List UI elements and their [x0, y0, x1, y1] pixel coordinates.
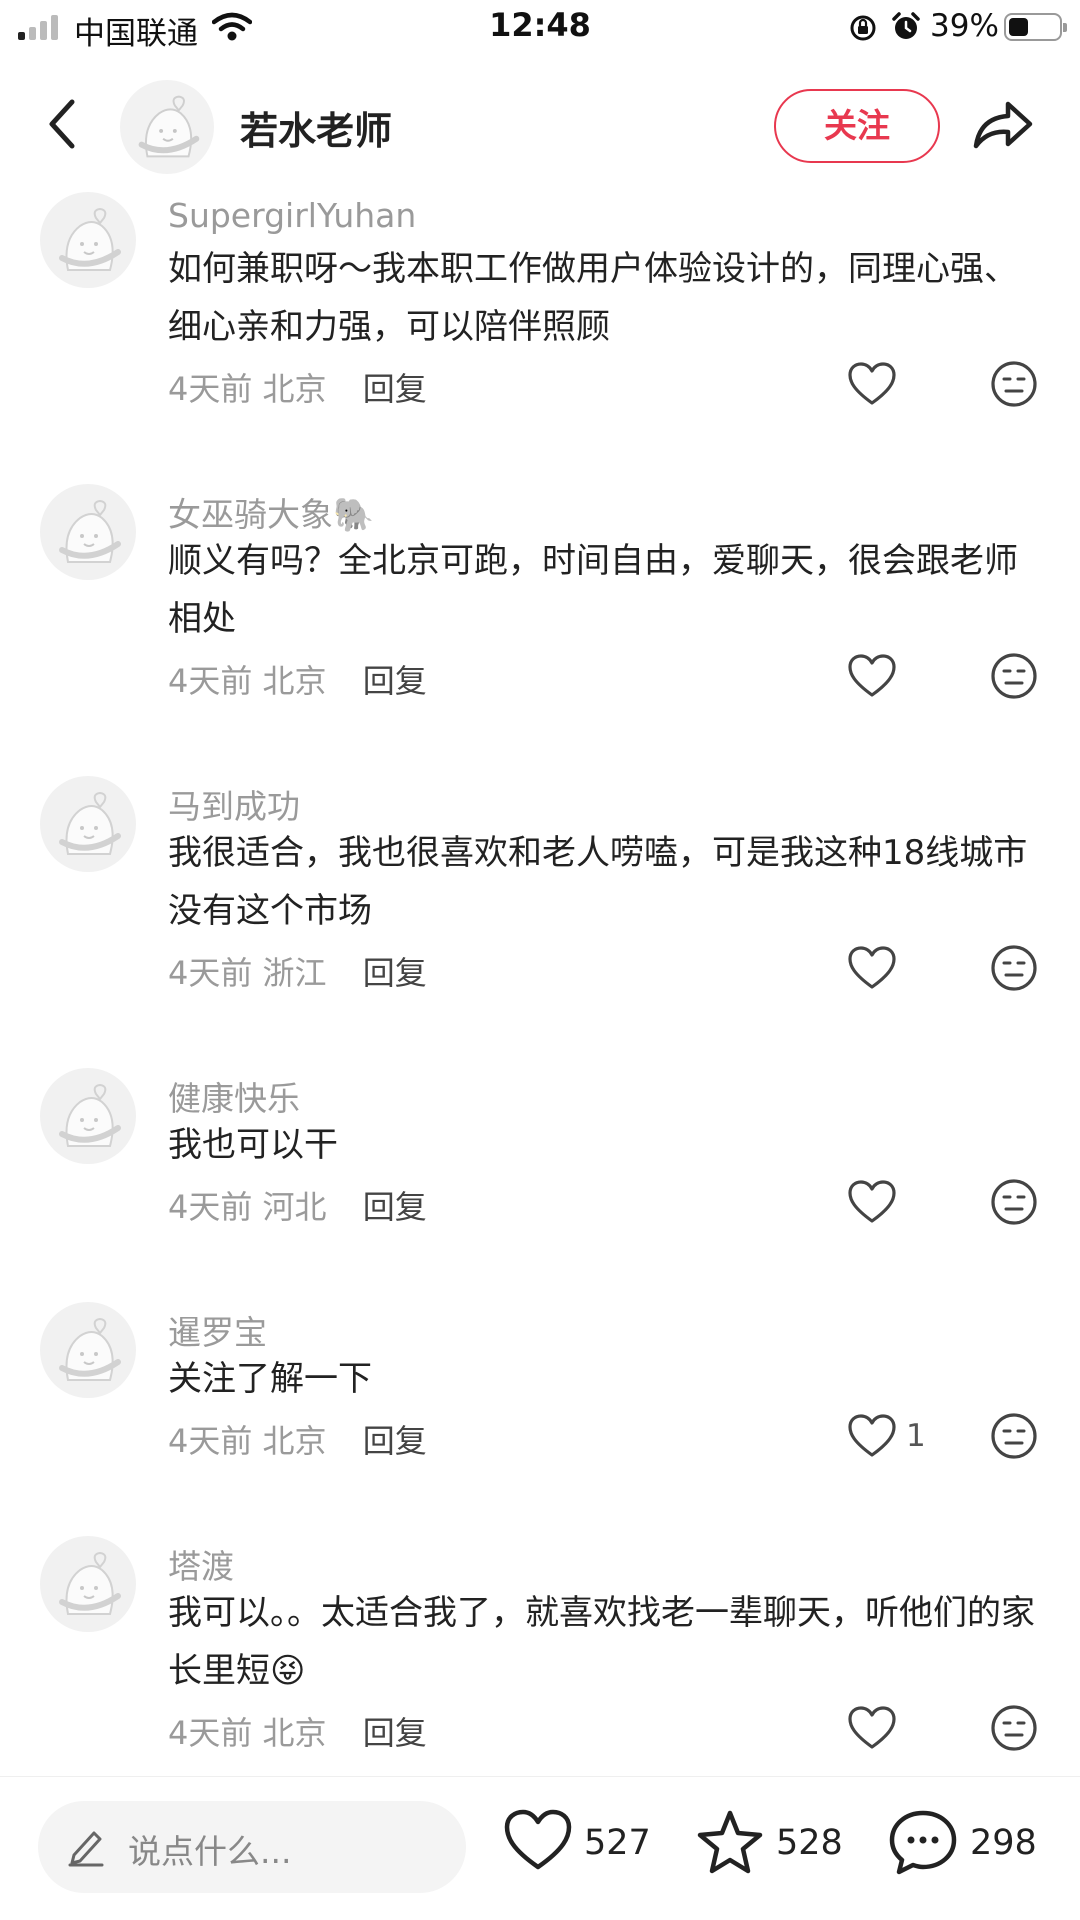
note-header: 若水老师 关注: [0, 72, 1080, 182]
comment-text[interactable]: 我也可以干: [168, 1116, 1048, 1174]
avatar-illustration-icon: [59, 499, 121, 563]
reply-button[interactable]: 回复: [363, 1422, 427, 1460]
comment-count: 298: [970, 1823, 1037, 1863]
bottom-action-bar: 说点什么... 527 528 298: [0, 1776, 1080, 1920]
commenter-name[interactable]: 暹罗宝: [168, 1306, 267, 1354]
battery-fill: [1009, 18, 1028, 36]
avatar-illustration-icon: [59, 1551, 121, 1615]
avatar-illustration-icon: [59, 791, 121, 855]
dislike-face-icon[interactable]: [990, 360, 1038, 408]
commenter-avatar[interactable]: [40, 1068, 136, 1164]
comment-time: 4天前: [168, 1422, 253, 1460]
commenter-name[interactable]: 塔渡: [168, 1540, 234, 1588]
comment-location: 北京: [262, 1422, 327, 1460]
dislike-face-icon[interactable]: [990, 1704, 1038, 1752]
heart-icon[interactable]: [848, 362, 896, 406]
comment-meta: 4天前 北京 回复: [168, 1708, 427, 1754]
comment-input[interactable]: 说点什么...: [38, 1801, 466, 1893]
comment-item[interactable]: 塔渡 我可以。。太适合我了，就喜欢找老一辈聊天，听他们的家长里短😝 4天前 北京…: [0, 1536, 1080, 1758]
commenter-name[interactable]: 女巫骑大象🐘: [168, 488, 374, 536]
commenter-avatar[interactable]: [40, 192, 136, 288]
heart-icon: [504, 1809, 572, 1870]
avatar-illustration-icon: [59, 1317, 121, 1381]
star-icon: [697, 1810, 763, 1874]
battery-icon: [1004, 13, 1067, 41]
commenter-avatar[interactable]: [40, 776, 136, 872]
reply-button[interactable]: 回复: [363, 954, 427, 992]
chat-bubble-icon: [889, 1810, 957, 1875]
reply-button[interactable]: 回复: [363, 1188, 427, 1226]
comment-text[interactable]: 我很适合，我也很喜欢和老人唠嗑，可是我这种18线城市没有这个市场: [168, 824, 1048, 940]
comment-text[interactable]: 顺义有吗？全北京可跑，时间自由，爱聊天，很会跟老师相处: [168, 532, 1048, 648]
comment-meta: 4天前 北京 回复: [168, 1416, 427, 1462]
comment-meta: 4天前 北京 回复: [168, 364, 427, 410]
comment-item[interactable]: 健康快乐 我也可以干 4天前 河北 回复: [0, 1068, 1080, 1232]
commenter-name[interactable]: SupergirlYuhan: [168, 196, 416, 235]
comment-location: 浙江: [262, 954, 327, 992]
follow-button[interactable]: 关注: [774, 89, 940, 163]
share-icon[interactable]: [970, 94, 1034, 154]
comment-input-placeholder: 说点什么...: [128, 1832, 292, 1871]
avatar-illustration-icon: [59, 1083, 121, 1147]
commenter-name[interactable]: 马到成功: [168, 780, 300, 828]
comment-meta: 4天前 河北 回复: [168, 1182, 427, 1228]
commenter-name[interactable]: 健康快乐: [168, 1072, 300, 1120]
comment-item[interactable]: 暹罗宝 关注了解一下 4天前 北京 回复 1: [0, 1302, 1080, 1466]
comment-text[interactable]: 我可以。。太适合我了，就喜欢找老一辈聊天，听他们的家长里短😝: [168, 1584, 1048, 1700]
heart-icon[interactable]: [848, 1180, 896, 1224]
comment-time: 4天前: [168, 662, 253, 700]
heart-icon[interactable]: [848, 946, 896, 990]
heart-icon[interactable]: [848, 1414, 896, 1458]
comment-location: 河北: [262, 1188, 327, 1226]
commenter-avatar[interactable]: [40, 484, 136, 580]
comment-item[interactable]: 马到成功 我很适合，我也很喜欢和老人唠嗑，可是我这种18线城市没有这个市场 4天…: [0, 776, 1080, 998]
like-count: 527: [584, 1823, 651, 1863]
dislike-face-icon[interactable]: [990, 944, 1038, 992]
heart-icon[interactable]: [848, 654, 896, 698]
comment-time: 4天前: [168, 370, 253, 408]
avatar-illustration-icon: [138, 95, 200, 158]
rotation-lock-icon: [850, 15, 876, 41]
note-comments-page: 中国联通 12:48 39% 若水老师 关注 SupergirlYuhan 如何…: [0, 0, 1080, 1920]
dislike-face-icon[interactable]: [990, 1412, 1038, 1460]
comment-location: 北京: [262, 662, 327, 700]
comment-text[interactable]: 如何兼职呀～我本职工作做用户体验设计的，同理心强、细心亲和力强，可以陪伴照顾: [168, 240, 1048, 356]
comment-time: 4天前: [168, 954, 253, 992]
dislike-face-icon[interactable]: [990, 1178, 1038, 1226]
comment-time: 4天前: [168, 1714, 253, 1752]
reply-button[interactable]: 回复: [363, 1714, 427, 1752]
favorite-count: 528: [776, 1823, 843, 1863]
author-avatar[interactable]: [120, 80, 214, 174]
comment-location: 北京: [262, 370, 327, 408]
commenter-avatar[interactable]: [40, 1536, 136, 1632]
favorite-action[interactable]: 528: [696, 1809, 846, 1885]
status-bar: 中国联通 12:48 39%: [0, 0, 1080, 56]
comment-text[interactable]: 关注了解一下: [168, 1350, 1048, 1408]
comment-item[interactable]: 女巫骑大象🐘 顺义有吗？全北京可跑，时间自由，爱聊天，很会跟老师相处 4天前 北…: [0, 484, 1080, 706]
comment-meta: 4天前 浙江 回复: [168, 948, 427, 994]
comment-time: 4天前: [168, 1188, 253, 1226]
avatar-illustration-icon: [59, 207, 121, 271]
dislike-face-icon[interactable]: [990, 652, 1038, 700]
alarm-icon: [892, 12, 920, 39]
like-action[interactable]: 527: [504, 1809, 654, 1885]
comment-location: 北京: [262, 1714, 327, 1752]
comment-action[interactable]: 298: [888, 1809, 1048, 1885]
back-arrow-icon[interactable]: [40, 94, 90, 154]
reply-button[interactable]: 回复: [363, 370, 427, 408]
heart-icon[interactable]: [848, 1706, 896, 1750]
battery-percent: 39%: [930, 8, 999, 44]
comment-meta: 4天前 北京 回复: [168, 656, 427, 702]
comment-like-count: 1: [906, 1418, 926, 1454]
comment-item[interactable]: SupergirlYuhan 如何兼职呀～我本职工作做用户体验设计的，同理心强、…: [0, 192, 1080, 414]
reply-button[interactable]: 回复: [363, 662, 427, 700]
author-name[interactable]: 若水老师: [240, 100, 392, 155]
pencil-icon: [68, 1831, 104, 1867]
commenter-avatar[interactable]: [40, 1302, 136, 1398]
